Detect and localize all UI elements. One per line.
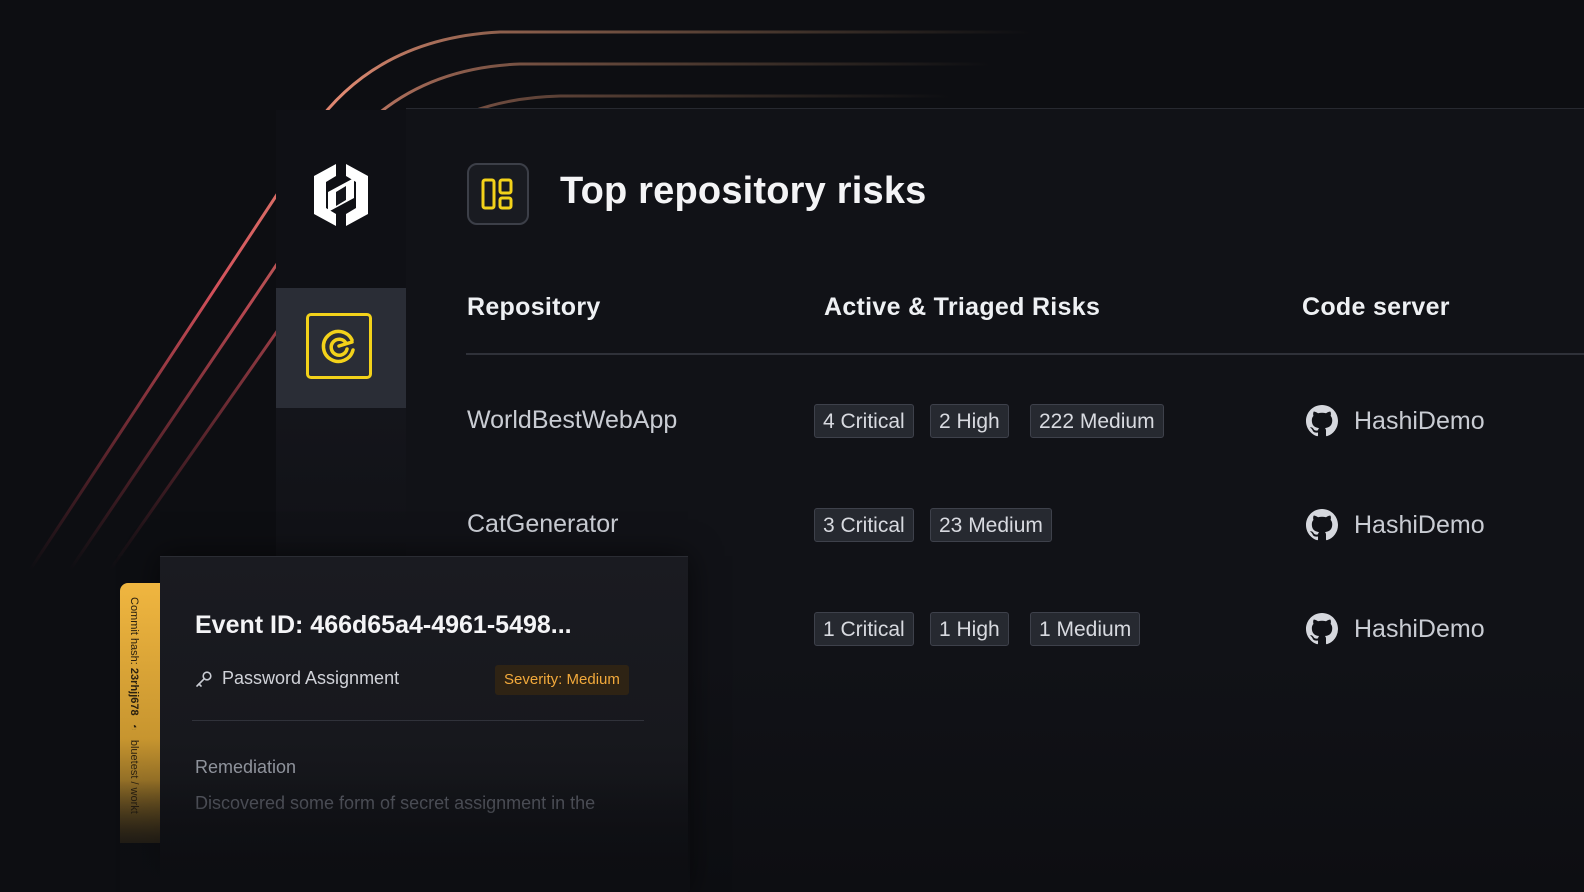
commit-label: Commit hash:: [128, 597, 140, 665]
key-icon: [196, 670, 212, 687]
risk-badge-critical: 1 Critical: [814, 612, 914, 646]
risk-badge-high: 2 High: [930, 404, 1009, 438]
event-type: Password Assignment: [195, 668, 399, 689]
risk-badge-critical: 4 Critical: [814, 404, 914, 438]
risk-badge-high: 1 High: [930, 612, 1009, 646]
card-divider: [192, 720, 644, 721]
risk-badge-medium: 222 Medium: [1030, 404, 1164, 438]
risk-badge-medium: 23 Medium: [930, 508, 1052, 542]
radar-scan-icon: [306, 313, 372, 379]
code-server[interactable]: HashiDemo: [1306, 509, 1485, 541]
page-title: Top repository risks: [560, 170, 927, 212]
branch-name: bluetest / workt: [128, 739, 140, 814]
github-icon: [1306, 405, 1338, 437]
commit-hash: 23rhjj678: [128, 667, 140, 716]
commit-hash-strip: Commit hash: 23rhjj678 ◔ bluetest / work…: [120, 583, 160, 843]
commit-info: Commit hash: 23rhjj678 ◔ bluetest / work…: [128, 597, 140, 814]
github-icon: [1306, 509, 1338, 541]
dashboard-layout-icon: [467, 163, 529, 225]
sidebar-header: [276, 110, 406, 288]
sidebar-item-radar[interactable]: [276, 288, 406, 408]
table-header-divider: [466, 353, 1584, 355]
column-header-code-server[interactable]: Code server: [1302, 293, 1450, 322]
code-server[interactable]: HashiDemo: [1306, 405, 1485, 437]
remediation-text: Discovered some form of secret assignmen…: [195, 793, 596, 813]
severity-badge: Severity: Medium: [495, 665, 629, 695]
event-card[interactable]: [160, 556, 688, 892]
event-title: Event ID: 466d65a4-4961-5498...: [195, 611, 572, 639]
code-server-name: HashiDemo: [1354, 614, 1485, 643]
risk-badge-medium: 1 Medium: [1030, 612, 1141, 646]
github-icon: [1306, 613, 1338, 645]
risk-badge-critical: 3 Critical: [814, 508, 914, 542]
remediation-label: Remediation: [195, 757, 297, 777]
code-server-name: HashiDemo: [1354, 510, 1485, 539]
repository-name[interactable]: CatGenerator: [467, 510, 618, 539]
column-header-risks[interactable]: Active & Triaged Risks: [824, 293, 1100, 322]
column-header-repository[interactable]: Repository: [467, 293, 601, 322]
event-type-label: Password Assignment: [222, 668, 400, 688]
code-server-name: HashiDemo: [1354, 406, 1485, 435]
code-server[interactable]: HashiDemo: [1306, 613, 1485, 645]
hashicorp-logo-icon[interactable]: [310, 162, 372, 228]
sidebar: [276, 110, 406, 560]
repository-name[interactable]: WorldBestWebApp: [467, 406, 677, 435]
